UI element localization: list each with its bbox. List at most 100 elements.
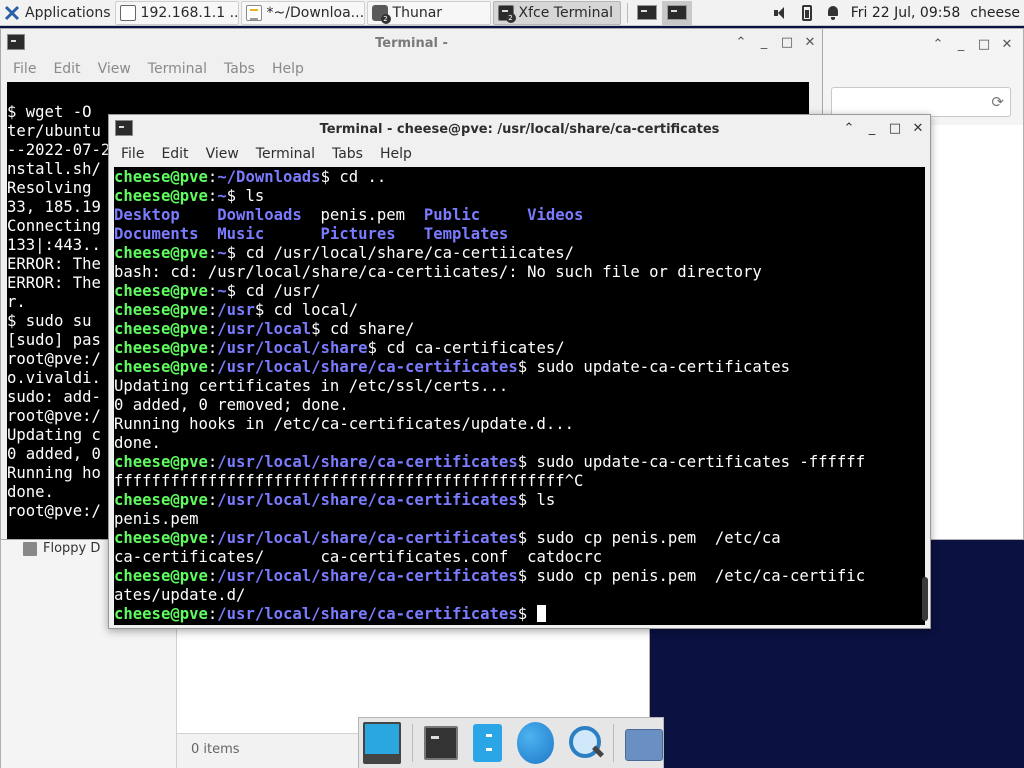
output-text: 0 added, 0 removed; done. [114, 396, 349, 414]
prompt-user: cheese@pve [114, 244, 208, 262]
taskbar-button-browser[interactable]: 192.168.1.1 ... [114, 0, 239, 25]
titlebar[interactable]: Terminal - ⌃ _ □ ✕ [1, 29, 822, 57]
output-text: ffffffffffffffffffffffffffffffffffffffff… [114, 472, 584, 490]
location-bar[interactable]: ⟳ [831, 87, 1011, 117]
menu-edit[interactable]: Edit [53, 61, 80, 77]
show-desktop-icon[interactable] [363, 722, 401, 764]
prompt-path: ~ [217, 187, 227, 205]
window-count-badge: 2 [505, 12, 516, 23]
front-terminal-output[interactable]: cheese@pve: ~/Downloads$ cd .. cheese@pve:… [114, 167, 925, 625]
terminal-line: ates/update.d/ [114, 586, 925, 605]
command-text: $ cd .. [320, 168, 387, 186]
command-text: $ ls [517, 491, 556, 509]
window-title: Terminal - [375, 35, 448, 51]
command-text: $ ls [226, 187, 265, 205]
prompt-colon: : [207, 491, 218, 509]
prompt-user: cheese@pve [114, 320, 208, 338]
menu-help[interactable]: Help [380, 146, 412, 162]
menu-edit[interactable]: Edit [161, 146, 188, 162]
terminal-line: cheese@pve:/usr/local/share/ca-certifica… [114, 605, 925, 624]
workspace-2[interactable] [661, 0, 692, 25]
prompt-colon: : [207, 453, 218, 471]
menu-terminal[interactable]: Terminal [148, 61, 207, 77]
menu-file[interactable]: File [121, 146, 144, 162]
titlebar[interactable]: Terminal - cheese@pve: /usr/local/share/… [109, 115, 930, 143]
user-menu[interactable]: cheese [970, 5, 1020, 21]
command-text: $ cd ca-certificates/ [367, 339, 565, 357]
minimize-icon[interactable]: _ [864, 121, 880, 137]
prompt-colon: : [207, 320, 218, 338]
command-text: $ sudo cp penis.pem /etc/ca-certific [517, 567, 866, 585]
close-icon[interactable]: ✕ [802, 35, 818, 51]
home-folder-icon[interactable] [625, 729, 663, 761]
close-icon[interactable]: ✕ [999, 37, 1015, 53]
output-text: Running hooks in /etc/ca-certificates/up… [114, 415, 575, 433]
battery-icon[interactable] [801, 4, 812, 21]
minimize-icon[interactable]: _ [756, 35, 772, 51]
terminal-line: cheese@pve:~$ cd /usr/local/share/ca-cer… [114, 244, 925, 263]
terminal-line: 0 added, 0 removed; done. [114, 396, 925, 415]
command-text: $ [517, 605, 537, 623]
menubar: File Edit View Terminal Tabs Help [109, 142, 930, 166]
ls-directories: Desktop Downloads [114, 206, 321, 224]
front-terminal-window[interactable]: Terminal - cheese@pve: /usr/local/share/… [108, 114, 931, 629]
close-icon[interactable]: ✕ [910, 121, 926, 137]
terminal-line: Updating certificates in /etc/ssl/certs.… [114, 377, 925, 396]
workspace-1[interactable] [632, 1, 662, 25]
menu-file[interactable]: File [13, 61, 36, 77]
menubar: File Edit View Terminal Tabs Help [1, 57, 822, 81]
minimize-icon[interactable]: ⌃ [930, 37, 946, 53]
command-text: $ cd /usr/local/share/ca-certiicates/ [226, 244, 575, 262]
menu-terminal[interactable]: Terminal [256, 146, 315, 162]
menu-tabs[interactable]: Tabs [224, 61, 255, 77]
terminal-launcher-icon[interactable] [423, 726, 459, 760]
prompt-user: cheese@pve [114, 529, 208, 547]
shade-icon[interactable]: ⌃ [733, 35, 749, 51]
file-cabinet-icon[interactable] [473, 724, 502, 762]
panel-clock[interactable]: Fri 22 Jul, 09:58 [851, 5, 961, 21]
app-finder-icon[interactable] [565, 722, 602, 764]
prompt-user: cheese@pve [114, 491, 208, 509]
shade-icon[interactable]: ⌃ [841, 121, 857, 137]
maximize-icon[interactable]: □ [887, 121, 903, 137]
prompt-path: /usr/local/share/ca-certificates [217, 491, 518, 509]
taskbar-button-terminal[interactable]: 2 Xfce Terminal [492, 0, 621, 25]
prompt-user: cheese@pve [114, 358, 208, 376]
prompt-user: cheese@pve [114, 301, 208, 319]
terminal-line: bash: cd: /usr/local/share/ca-certiicate… [114, 263, 925, 282]
maximize-icon[interactable]: □ [779, 35, 795, 51]
taskbar-button-thunar[interactable]: 2 Thunar [366, 0, 491, 25]
prompt-path: /usr/local [217, 320, 312, 338]
prompt-path: /usr/local/share/ca-certificates [217, 567, 518, 585]
terminal-line: Desktop Downloads penis.pem Public Video… [114, 206, 925, 225]
sidebar-item-floppy[interactable]: Floppy D [23, 541, 100, 556]
maximize-icon[interactable]: □ [976, 37, 992, 53]
menu-view[interactable]: View [98, 61, 131, 77]
taskbar-button-editor[interactable]: *~/Downloa... [240, 0, 365, 25]
window-count-badge: 2 [380, 13, 391, 24]
dock-separator [411, 724, 413, 762]
reload-icon[interactable]: ⟳ [991, 93, 1004, 111]
command-text: $ sudo update-ca-certificates -ffffff [517, 453, 866, 471]
notifications-icon[interactable] [825, 5, 841, 21]
applications-label: Applications [25, 4, 111, 21]
folder-icon: 2 [371, 4, 391, 24]
volume-icon[interactable] [773, 5, 789, 21]
prompt-path: ~/Downloads [217, 168, 321, 186]
command-text: $ sudo cp penis.pem /etc/ca [517, 529, 781, 547]
prompt-colon: : [207, 301, 218, 319]
task-label: *~/Downloa... [266, 4, 365, 21]
prompt-user: cheese@pve [114, 567, 208, 585]
prompt-colon: : [207, 529, 218, 547]
output-text: ates/update.d/ [114, 586, 246, 604]
menu-tabs[interactable]: Tabs [332, 146, 363, 162]
terminal-scrollbar[interactable] [922, 577, 928, 621]
terminal-line: cheese@pve:/usr/local/share/ca-certifica… [114, 567, 925, 586]
web-browser-icon[interactable] [516, 722, 555, 764]
task-label: Xfce Terminal [518, 4, 613, 21]
minimize-button-icon[interactable]: _ [953, 37, 969, 53]
menu-help[interactable]: Help [272, 61, 304, 77]
applications-menu-button[interactable]: Applications [0, 1, 115, 25]
status-text: 0 items [191, 742, 240, 757]
menu-view[interactable]: View [206, 146, 239, 162]
